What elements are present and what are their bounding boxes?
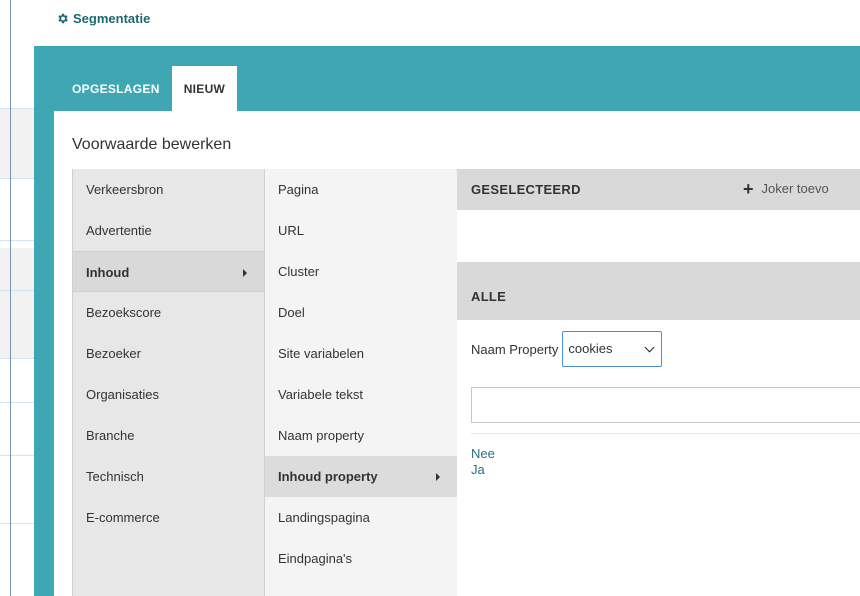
category-item-organisaties[interactable]: Organisaties [73,374,265,415]
subcategory-item-cluster[interactable]: Cluster [265,251,457,292]
subcategory-item-variabele-tekst[interactable]: Variabele tekst [265,374,457,415]
caret-right-icon [436,473,440,481]
category-item-inhoud[interactable]: Inhoud [73,251,265,292]
background-divider [0,402,34,403]
background-divider [0,523,34,524]
property-row: Naam Property cookies [471,331,663,367]
add-joker-label: Joker toevo [761,181,829,196]
tab-nieuw[interactable]: NIEUW [171,66,238,111]
background-border [10,0,11,596]
background-band [0,108,34,178]
selected-heading: GESELECTEERD [471,182,581,197]
selected-values-area[interactable] [471,210,860,263]
subcategory-item-label: Inhoud property [278,469,378,484]
subcategory-item-inhoud-property[interactable]: Inhoud property [265,456,458,497]
add-joker-button[interactable]: + Joker toevo [743,178,829,199]
all-values-body: Naam Property cookies Nee Ja [471,320,860,596]
value-item-nee[interactable]: Nee [471,446,860,462]
background-divider [0,240,34,241]
value-item-ja[interactable]: Ja [471,462,860,478]
filter-input[interactable] [471,387,860,423]
category-item-technisch[interactable]: Technisch [73,456,265,497]
selected-section-header: GESELECTEERD + Joker toevo [457,169,860,210]
subcategory-item-url[interactable]: URL [265,210,457,251]
subcategory-item-site-variabelen[interactable]: Site variabelen [265,333,457,374]
subcategory-item-landingspagina[interactable]: Landingspagina [265,497,457,538]
category-item-verkeersbron[interactable]: Verkeersbron [73,169,265,210]
property-label: Naam Property [471,341,559,357]
subcategory-item-pagina[interactable]: Pagina [265,169,457,210]
plus-icon: + [743,178,754,199]
caret-right-icon [243,269,247,277]
category-item-bezoekscore[interactable]: Bezoekscore [73,292,265,333]
background-divider [0,178,34,179]
property-select-value: cookies [568,341,613,356]
background-divider [0,290,34,291]
subcategory-list: Pagina URL Cluster Doel Site variabelen … [264,169,458,596]
category-item-branche[interactable]: Branche [73,415,265,456]
subcategory-item-eindpaginas[interactable]: Eindpagina's [265,538,457,579]
property-select[interactable]: cookies [562,331,663,367]
category-item-e-commerce[interactable]: E-commerce [73,497,265,538]
background-divider [0,108,34,109]
tab-opgeslagen[interactable]: OPGESLAGEN [60,66,172,111]
condition-panel: Voorwaarde bewerken Verkeersbron Adverte… [54,111,860,596]
background-app-strip [0,0,35,596]
background-divider [0,455,34,456]
category-item-label: Inhoud [86,265,130,280]
category-list: Verkeersbron Advertentie Inhoud Bezoeksc… [72,169,265,596]
subcategory-item-naam-property[interactable]: Naam property [265,415,457,456]
tab-bar: OPGESLAGEN NIEUW [60,66,238,111]
page-header: Segmentatie [34,0,860,46]
gear-icon [56,12,69,25]
background-band [0,248,34,358]
page-title: Segmentatie [56,11,150,26]
all-section-header: ALLE [457,262,860,320]
panel-title: Voorwaarde bewerken [72,136,232,153]
category-item-bezoeker[interactable]: Bezoeker [73,333,265,374]
value-selection: GESELECTEERD + Joker toevo ALLE Naam Pro… [457,169,860,596]
background-divider [0,358,34,359]
page-title-label: Segmentatie [73,11,151,26]
segment-editor: OPGESLAGEN NIEUW Voorwaarde bewerken Ver… [34,46,860,596]
chevron-down-icon [644,342,655,353]
all-heading: ALLE [471,289,507,304]
subcategory-item-doel[interactable]: Doel [265,292,457,333]
value-list: Nee Ja [471,433,860,478]
category-item-advertentie[interactable]: Advertentie [73,210,265,251]
